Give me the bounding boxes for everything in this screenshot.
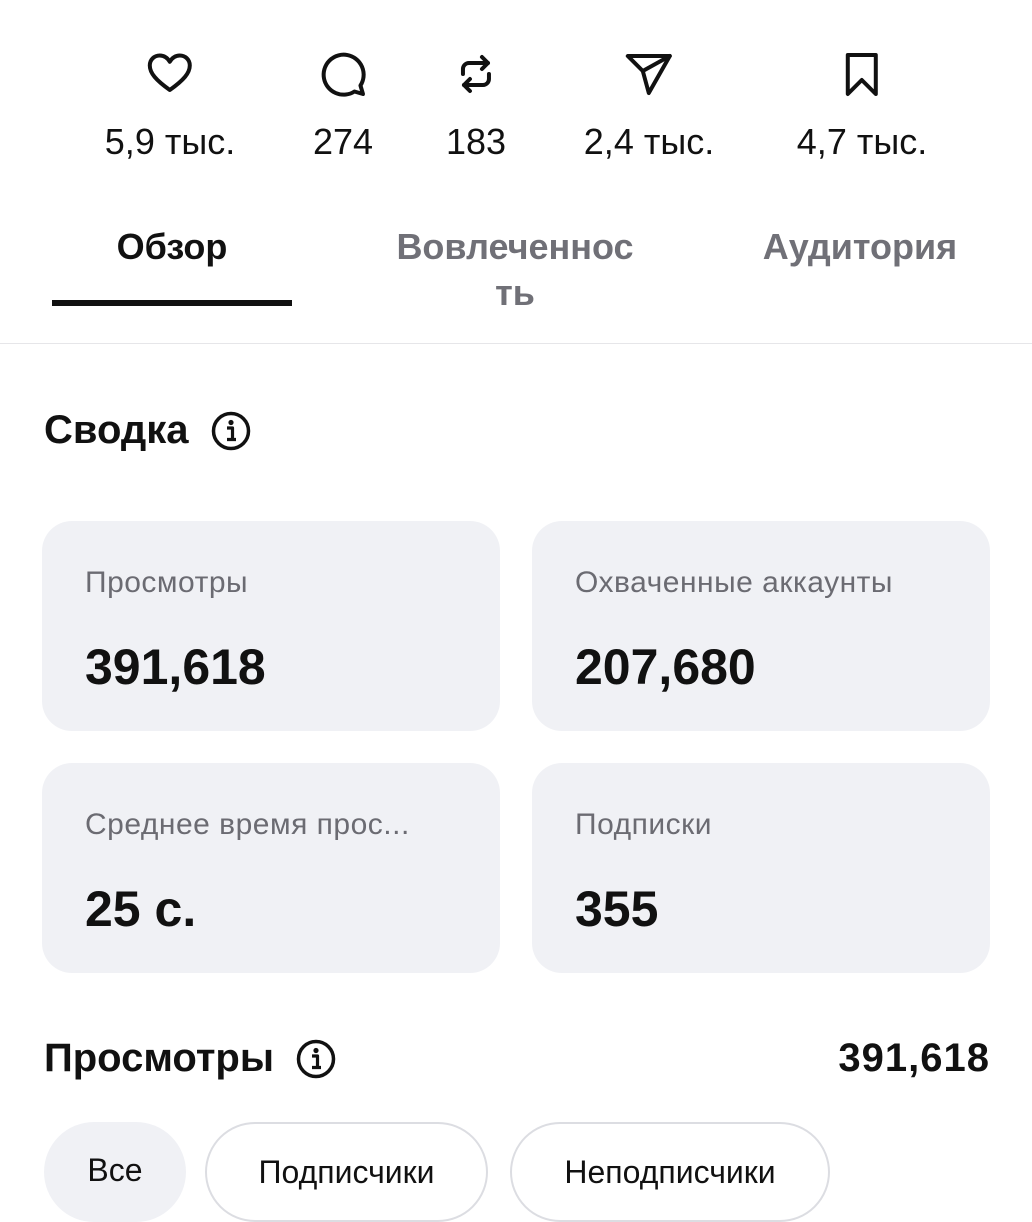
watch-time-card[interactable]: Среднее время прос... 25 с.	[42, 763, 500, 973]
follows-card-value: 355	[575, 881, 659, 937]
tab-engagement[interactable]: Вовлеченность	[392, 224, 638, 316]
tab-engagement-label: Вовлеченность	[396, 226, 634, 313]
views-card-label: Просмотры	[85, 566, 249, 599]
stat-saves[interactable]: 4,7 тыс.	[797, 48, 927, 164]
comment-icon[interactable]	[317, 48, 369, 100]
reach-card[interactable]: Охваченные аккаунты 207,680	[532, 521, 990, 731]
tab-overview[interactable]: Обзор	[52, 224, 292, 306]
watch-time-card-value: 25 с.	[85, 881, 197, 937]
stat-shares[interactable]: 2,4 тыс.	[584, 48, 714, 164]
stat-reposts[interactable]: 183	[446, 48, 506, 164]
views-card-value: 391,618	[85, 639, 266, 695]
filter-chip-followers-label: Подписчики	[258, 1154, 435, 1190]
follows-card[interactable]: Подписки 355	[532, 763, 990, 973]
heart-icon[interactable]	[144, 48, 196, 100]
watch-time-card-label: Среднее время прос...	[85, 808, 410, 841]
share-icon[interactable]	[623, 48, 675, 100]
info-icon[interactable]	[296, 1039, 336, 1079]
views-card[interactable]: Просмотры 391,618	[42, 521, 500, 731]
bookmark-icon[interactable]	[836, 48, 888, 100]
filter-chip-non-followers[interactable]: Неподписчики	[510, 1122, 830, 1222]
follows-card-label: Подписки	[575, 808, 712, 841]
shares-count: 2,4 тыс.	[583, 121, 715, 162]
reposts-count: 183	[445, 121, 507, 162]
reach-card-label: Охваченные аккаунты	[575, 566, 893, 599]
stat-comments[interactable]: 274	[313, 48, 373, 164]
repost-icon[interactable]	[450, 48, 502, 100]
saves-count: 4,7 тыс.	[796, 121, 928, 162]
info-icon[interactable]	[211, 411, 251, 451]
summary-title: Сводка	[44, 408, 189, 452]
comments-count: 274	[312, 121, 374, 162]
filter-chip-followers[interactable]: Подписчики	[205, 1122, 488, 1222]
tab-audience-label: Аудитория	[762, 226, 958, 267]
views-total: 391,618	[838, 1036, 990, 1080]
summary-header: Сводка	[44, 408, 251, 453]
filter-chip-non-followers-label: Неподписчики	[564, 1154, 776, 1190]
stat-likes[interactable]: 5,9 тыс.	[105, 48, 235, 164]
likes-count: 5,9 тыс.	[104, 121, 236, 162]
filter-chip-all[interactable]: Все	[44, 1122, 186, 1222]
views-title: Просмотры	[44, 1036, 275, 1080]
reach-card-value: 207,680	[575, 639, 756, 695]
tabs-divider	[0, 343, 1032, 344]
tab-audience[interactable]: Аудитория	[740, 224, 980, 270]
active-tab-indicator	[52, 300, 292, 306]
views-header: Просмотры	[44, 1036, 336, 1081]
tab-overview-label: Обзор	[116, 226, 228, 267]
filter-chip-all-label: Все	[87, 1152, 143, 1188]
